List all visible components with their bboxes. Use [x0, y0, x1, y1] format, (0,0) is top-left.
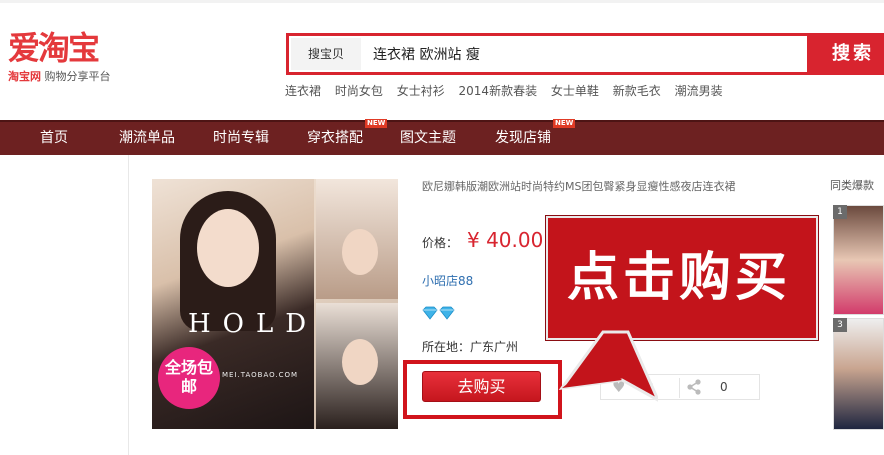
new-badge: NEW	[553, 119, 576, 128]
search-box: 搜宝贝	[286, 33, 810, 75]
buy-button[interactable]: 去购买	[422, 371, 541, 402]
price-label: 价格：	[422, 236, 459, 250]
nav-item-home[interactable]: 首页	[40, 122, 68, 155]
top-strip	[0, 0, 884, 3]
hotword-link[interactable]: 潮流男装	[675, 84, 723, 98]
similar-product-thumb[interactable]	[833, 205, 884, 315]
model-face-small	[342, 229, 378, 275]
nav-item-outfit-matching[interactable]: 穿衣搭配	[307, 122, 363, 155]
similar-bestsellers-label: 同类爆款	[830, 179, 874, 192]
shop-link[interactable]: 小昭店88	[422, 272, 473, 289]
column-divider	[128, 155, 129, 455]
arrow-pointer-icon	[558, 330, 658, 402]
product-title[interactable]: 欧尼娜韩版潮欧洲站时尚特约MS团包臀紧身显瘦性感夜店连衣裙	[422, 178, 782, 194]
nav-item-trend-items[interactable]: 潮流单品	[119, 122, 175, 155]
hotword-link[interactable]: 时尚女包	[335, 84, 383, 98]
free-shipping-stamp: 全场包邮	[158, 347, 220, 409]
logo-subtitle: 淘宝网 购物分享平台	[8, 68, 138, 84]
search-scope-select[interactable]: 搜宝贝	[291, 38, 361, 70]
share-icon[interactable]	[685, 378, 703, 396]
model-face-small	[342, 339, 378, 385]
image-watermark-text: HOLD	[188, 309, 319, 339]
logo-sub-text: 购物分享平台	[44, 70, 111, 83]
hotword-link[interactable]: 2014新款春装	[459, 84, 538, 98]
product-image[interactable]: HOLD MEI.TAOBAO.COM 全场包邮	[152, 179, 398, 429]
search-button[interactable]: 搜索	[808, 33, 884, 75]
hotword-link[interactable]: 连衣裙	[285, 84, 321, 98]
callout-text: 点击购买	[567, 248, 792, 308]
diamond-rating-icon	[422, 306, 455, 320]
hotword-link[interactable]: 新款毛衣	[613, 84, 661, 98]
new-badge: NEW	[365, 119, 388, 128]
main-nav: 首页 潮流单品 时尚专辑 穿衣搭配 NEW 图文主题 发现店铺 NEW	[0, 119, 884, 155]
nav-item-fashion-albums[interactable]: 时尚专辑	[213, 122, 269, 155]
search-input[interactable]	[373, 40, 793, 68]
nav-item-photo-topics[interactable]: 图文主题	[400, 122, 456, 155]
share-count: 0	[720, 380, 728, 394]
similar-product-thumb[interactable]	[833, 318, 884, 430]
image-watermark-url: MEI.TAOBAO.COM	[222, 371, 299, 379]
hotword-link[interactable]: 女士单鞋	[551, 84, 599, 98]
model-face	[197, 209, 259, 287]
site-logo[interactable]: 爱淘宝 淘宝网 购物分享平台	[8, 30, 138, 90]
logo-sub-brand: 淘宝网	[8, 70, 41, 83]
product-price: ¥ 40.00	[467, 228, 544, 252]
hotword-link[interactable]: 女士衬衫	[397, 84, 445, 98]
page: 爱淘宝 淘宝网 购物分享平台 搜宝贝 搜索 连衣裙 时尚女包 女士衬衫 2014…	[0, 0, 884, 455]
logo-text: 爱淘宝	[8, 29, 100, 67]
hotwords-list: 连衣裙 时尚女包 女士衬衫 2014新款春装 女士单鞋 新款毛衣 潮流男装	[285, 82, 733, 100]
rank-badge: 1	[833, 205, 847, 219]
nav-item-discover-shops[interactable]: 发现店铺	[495, 122, 551, 155]
product-location: 所在地：广东广州	[422, 340, 519, 354]
rank-badge: 3	[833, 318, 847, 332]
